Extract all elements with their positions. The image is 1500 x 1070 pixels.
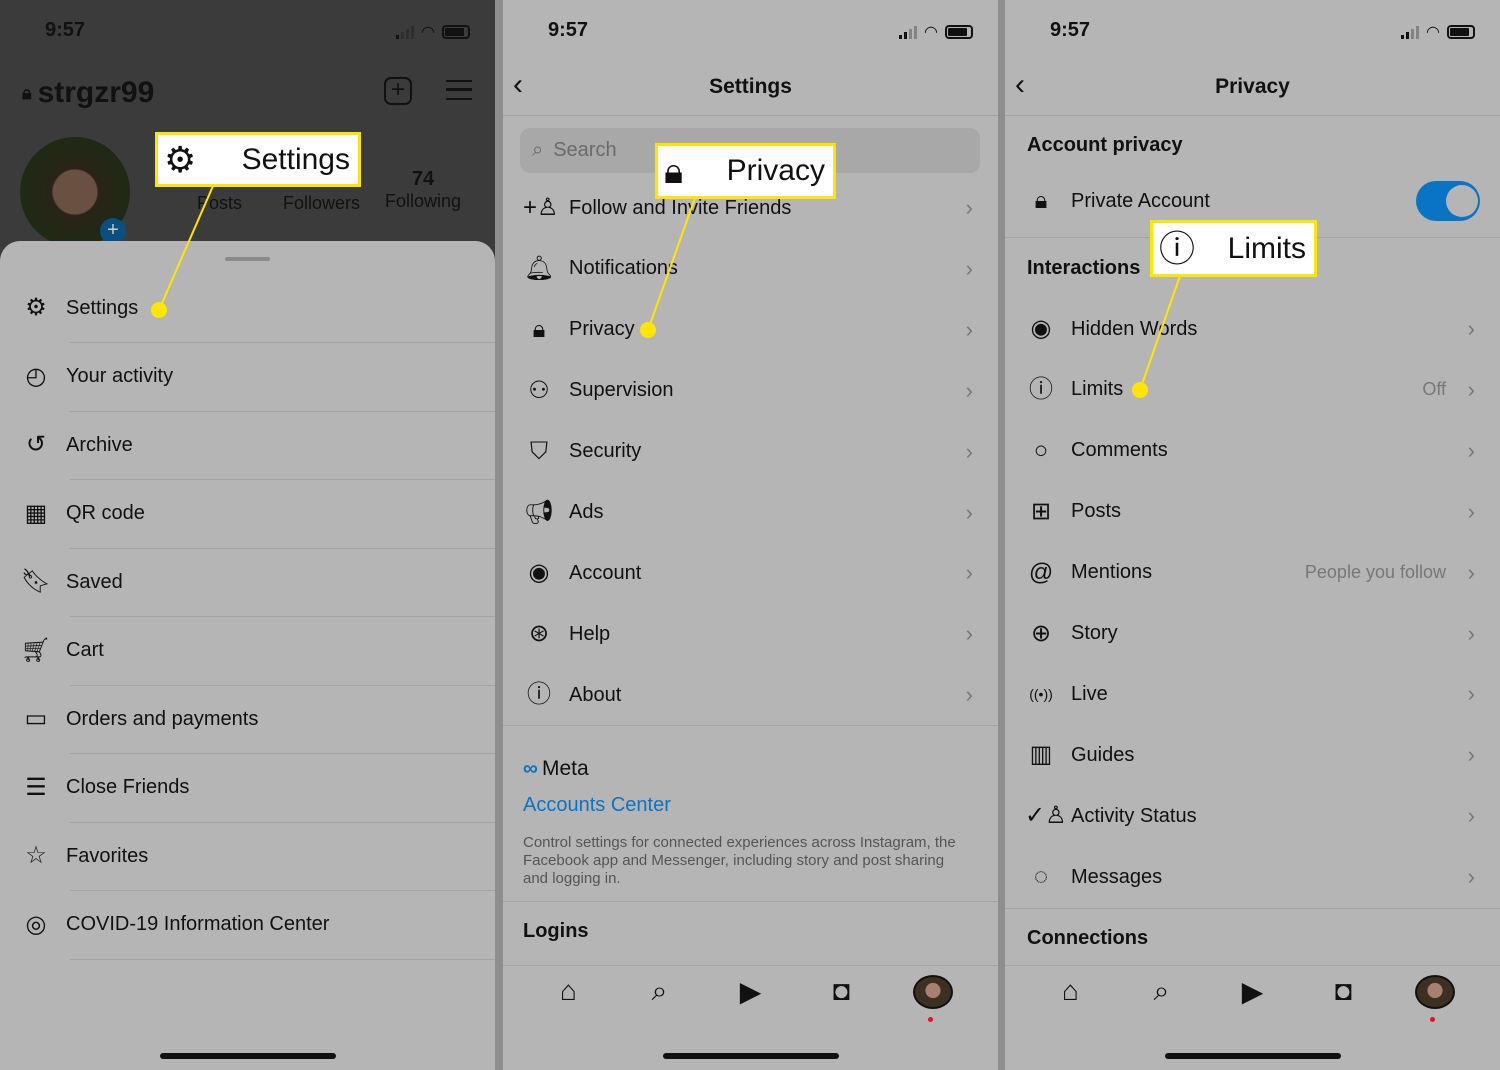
settings-callout: ⚙︎ Settings bbox=[155, 132, 361, 187]
alert-bubble-icon: ⓘ bbox=[1159, 227, 1196, 269]
privacy-leader-dot bbox=[640, 322, 656, 338]
settings-leader-line bbox=[158, 185, 214, 311]
privacy-leader-line bbox=[647, 197, 696, 331]
limits-callout: ⓘ Limits bbox=[1150, 220, 1317, 277]
privacy-callout: 🔒︎ Privacy bbox=[655, 143, 836, 199]
limits-leader-line bbox=[1139, 275, 1181, 391]
gear-icon: ⚙︎ bbox=[164, 138, 197, 180]
settings-leader-dot bbox=[151, 302, 167, 318]
lock-icon: 🔒︎ bbox=[664, 150, 684, 191]
limits-leader-dot bbox=[1132, 382, 1148, 398]
